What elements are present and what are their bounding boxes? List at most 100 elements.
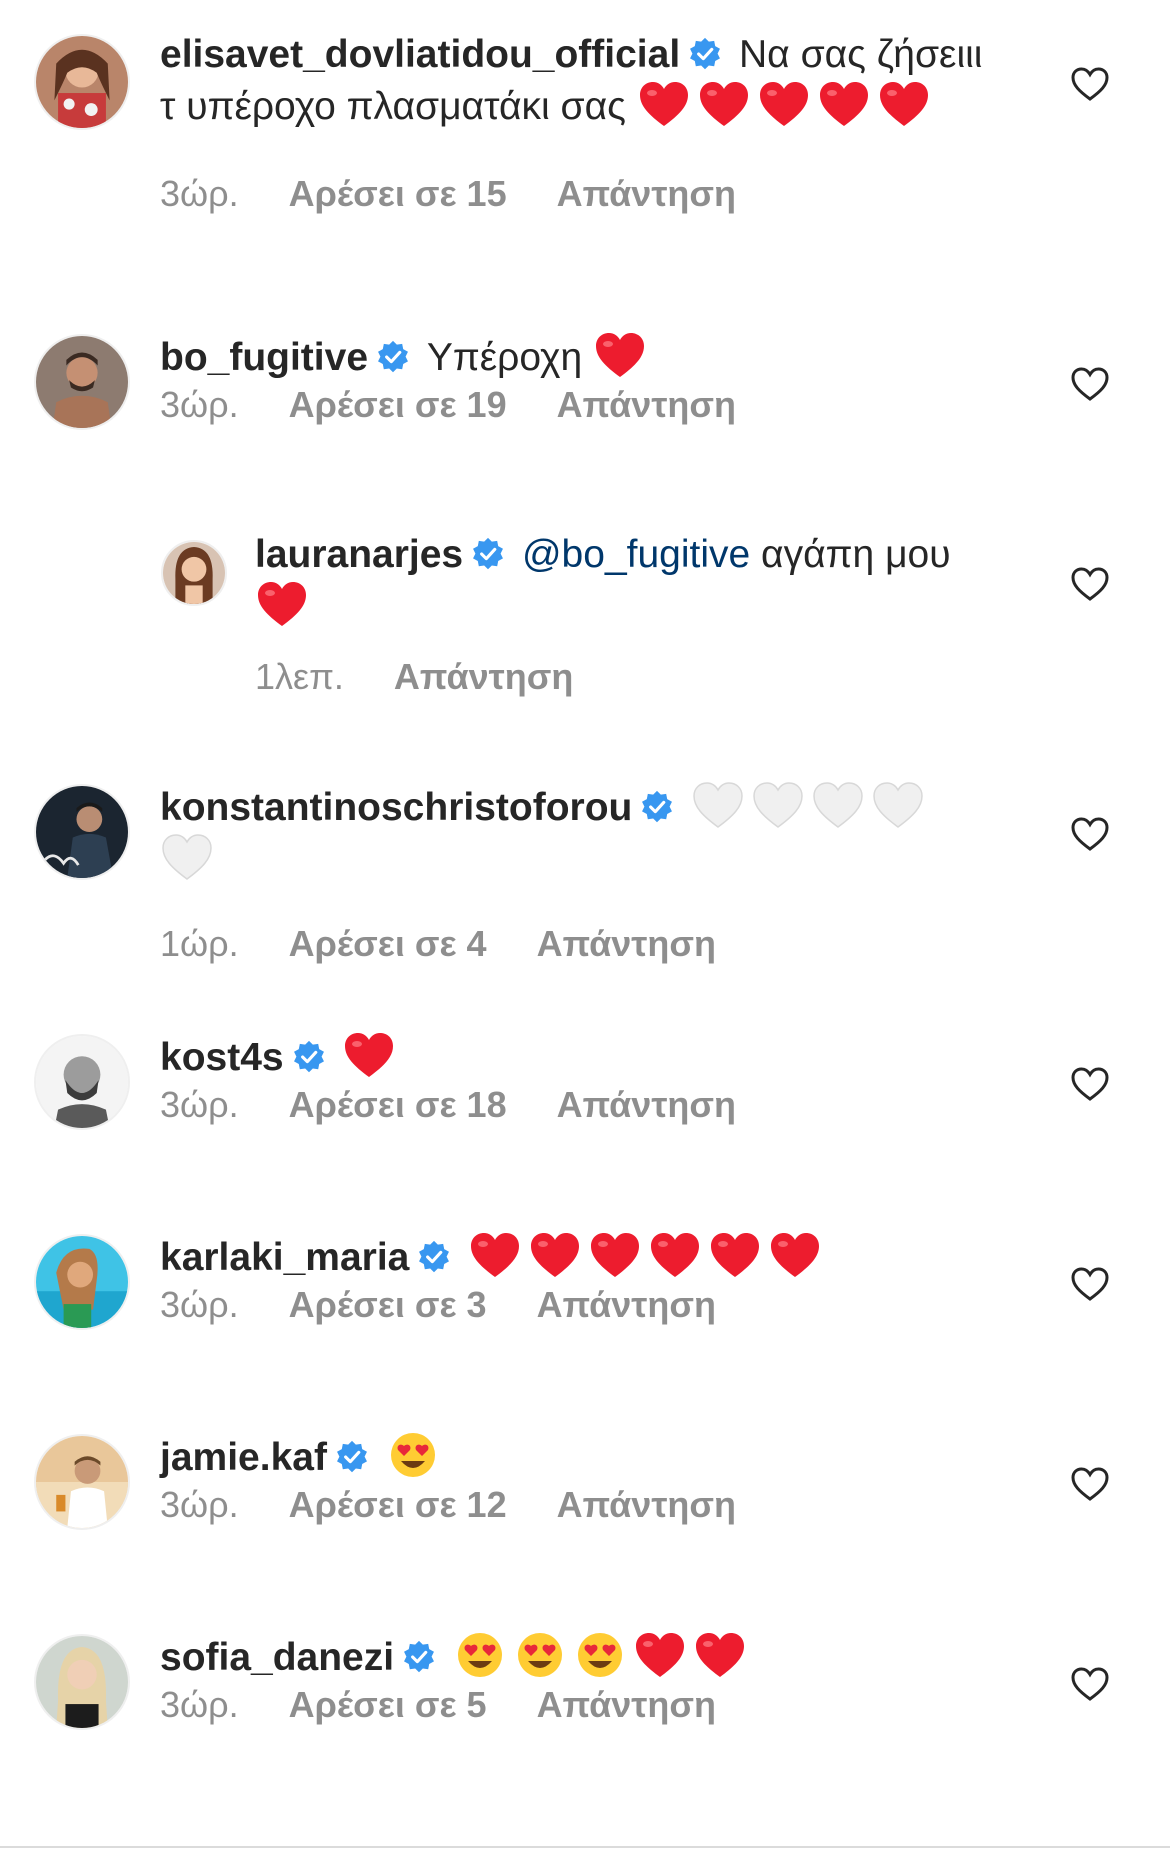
comment-meta: 1ώρ. Αρέσει σε 4 Απάντηση [160,923,766,965]
comment-body: jamie.kaf [160,1430,990,1482]
white-heart-emoji-icon [871,780,925,830]
comment-text: Υπέροχη [426,336,583,379]
comment-body: karlaki_maria [160,1230,990,1282]
comments-page: elisavet_dovliatidou_official Να σας ζήσ… [0,0,1170,1850]
comment-username[interactable]: bo_fugitive [160,336,368,379]
verified-badge-icon [335,1440,369,1474]
comment-meta: 3ώρ. Αρέσει σε 3 Απάντηση [160,1284,766,1326]
comment-meta: 3ώρ. Αρέσει σε 19 Απάντηση [160,384,786,426]
reply-button[interactable]: Απάντηση [537,1284,716,1325]
comment-meta: 3ώρ. Αρέσει σε 15 Απάντηση [160,173,786,215]
comment-text: αγάπη μου [761,533,951,576]
like-heart-icon[interactable] [1070,1466,1110,1502]
red-heart-emoji-icon [593,330,647,380]
comment-time: 3ώρ. [160,1484,239,1525]
avatar[interactable] [34,34,130,130]
verified-badge-icon [417,1240,451,1274]
like-heart-icon[interactable] [1070,1666,1110,1702]
heart-eyes-emoji-icon [573,1630,627,1680]
verified-badge-icon [292,1040,326,1074]
like-heart-icon[interactable] [1070,1066,1110,1102]
comment-username[interactable]: konstantinoschristoforou [160,786,632,829]
verified-badge-icon [402,1640,436,1674]
likes-count-link[interactable]: Αρέσει σε 4 [289,923,487,964]
comment-time: 3ώρ. [160,173,239,214]
red-heart-emoji-icon [697,79,751,129]
reply-button[interactable]: Απάντηση [557,384,736,425]
red-heart-emoji-icon [633,1630,687,1680]
avatar[interactable] [34,1234,130,1330]
comment-username[interactable]: lauranarjes [255,533,463,576]
verified-badge-icon [688,37,722,71]
comment-username[interactable]: elisavet_dovliatidou_official [160,33,680,76]
heart-eyes-emoji-icon [453,1630,507,1680]
comment-time: 1λεπ. [255,656,344,697]
like-heart-icon[interactable] [1070,1266,1110,1302]
red-heart-emoji-icon [588,1230,642,1280]
like-heart-icon[interactable] [1070,366,1110,402]
likes-count-link[interactable]: Αρέσει σε 18 [289,1084,507,1125]
white-heart-emoji-icon [160,832,214,882]
avatar[interactable] [34,334,130,430]
comment-time: 1ώρ. [160,923,239,964]
comment-body: elisavet_dovliatidou_official Να σας ζήσ… [160,30,990,131]
white-heart-emoji-icon [691,780,745,830]
avatar[interactable] [34,784,130,880]
comment-body: kost4s [160,1030,990,1082]
mention-link[interactable]: @bo_fugitive [522,533,750,576]
comment-username[interactable]: jamie.kaf [160,1436,327,1479]
red-heart-emoji-icon [817,79,871,129]
like-heart-icon[interactable] [1070,66,1110,102]
reply-button[interactable]: Απάντηση [537,923,716,964]
comment-body: bo_fugitive Υπέροχη [160,330,990,382]
comment-meta: 3ώρ. Αρέσει σε 5 Απάντηση [160,1684,766,1726]
comment-body: konstantinoschristoforou [160,780,990,884]
comment-time: 3ώρ. [160,1284,239,1325]
reply-button[interactable]: Απάντηση [394,656,573,697]
comment-time: 3ώρ. [160,1084,239,1125]
comment-username[interactable]: kost4s [160,1036,284,1079]
likes-count-link[interactable]: Αρέσει σε 15 [289,173,507,214]
red-heart-emoji-icon [342,1030,396,1080]
likes-count-link[interactable]: Αρέσει σε 3 [289,1284,487,1325]
comment-meta: 1λεπ. Απάντηση [255,656,623,698]
verified-badge-icon [640,790,674,824]
red-heart-emoji-icon [693,1630,747,1680]
comment-body: sofia_danezi [160,1630,990,1682]
comment-time: 3ώρ. [160,1684,239,1725]
like-heart-icon[interactable] [1070,566,1110,602]
verified-badge-icon [376,340,410,374]
red-heart-emoji-icon [468,1230,522,1280]
reply-button[interactable]: Απάντηση [557,1084,736,1125]
red-heart-emoji-icon [528,1230,582,1280]
likes-count-link[interactable]: Αρέσει σε 5 [289,1684,487,1725]
avatar[interactable] [34,1034,130,1130]
like-heart-icon[interactable] [1070,816,1110,852]
avatar[interactable] [34,1634,130,1730]
heart-eyes-emoji-icon [386,1430,440,1480]
red-heart-emoji-icon [768,1230,822,1280]
avatar[interactable] [34,1434,130,1530]
avatar[interactable] [161,540,227,606]
comment-time: 3ώρ. [160,384,239,425]
comment-body: lauranarjes @bo_fugitive αγάπη μου [255,530,990,631]
reply-button[interactable]: Απάντηση [557,173,736,214]
comment-meta: 3ώρ. Αρέσει σε 18 Απάντηση [160,1084,786,1126]
white-heart-emoji-icon [811,780,865,830]
reply-button[interactable]: Απάντηση [537,1684,716,1725]
comment-username[interactable]: sofia_danezi [160,1636,394,1679]
likes-count-link[interactable]: Αρέσει σε 19 [289,384,507,425]
red-heart-emoji-icon [255,579,309,629]
comment-username[interactable]: karlaki_maria [160,1236,409,1279]
red-heart-emoji-icon [648,1230,702,1280]
heart-eyes-emoji-icon [513,1630,567,1680]
comment-meta: 3ώρ. Αρέσει σε 12 Απάντηση [160,1484,786,1526]
red-heart-emoji-icon [877,79,931,129]
reply-button[interactable]: Απάντηση [557,1484,736,1525]
verified-badge-icon [471,537,505,571]
likes-count-link[interactable]: Αρέσει σε 12 [289,1484,507,1525]
white-heart-emoji-icon [751,780,805,830]
bottom-divider [0,1846,1170,1848]
red-heart-emoji-icon [757,79,811,129]
red-heart-emoji-icon [708,1230,762,1280]
